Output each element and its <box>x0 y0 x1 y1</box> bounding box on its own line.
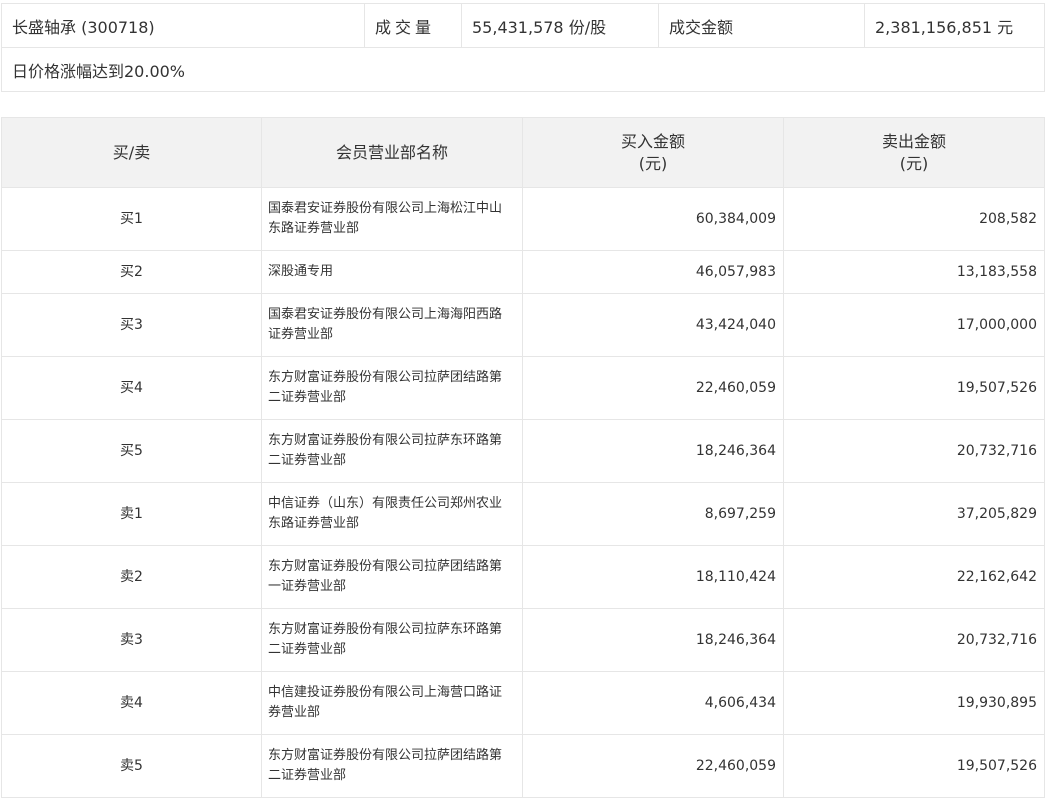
row-buy-amount: 46,057,983 <box>522 250 784 294</box>
row-side: 卖2 <box>1 545 262 609</box>
stock-name: 长盛轴承 (300718) <box>1 3 365 48</box>
row-broker-name: 中信证券（山东）有限责任公司郑州农业东路证券营业部 <box>261 482 523 546</box>
row-buy-amount: 60,384,009 <box>522 187 784 251</box>
row-buy-amount: 8,697,259 <box>522 482 784 546</box>
row-buy-amount: 22,460,059 <box>522 734 784 798</box>
header-sell-amount-unit: (元) <box>899 153 929 173</box>
row-side: 卖3 <box>1 608 262 672</box>
row-buy-amount: 22,460,059 <box>522 356 784 420</box>
row-side: 买1 <box>1 187 262 251</box>
table-row: 买5 东方财富证券股份有限公司拉萨东环路第二证券营业部 18,246,364 2… <box>1 419 1045 483</box>
row-side: 买3 <box>1 293 262 357</box>
table-row: 卖5 东方财富证券股份有限公司拉萨团结路第二证券营业部 22,460,059 1… <box>1 734 1045 798</box>
row-sell-amount: 13,183,558 <box>783 250 1045 294</box>
table-row: 卖2 东方财富证券股份有限公司拉萨团结路第一证券营业部 18,110,424 2… <box>1 545 1045 609</box>
row-side: 买4 <box>1 356 262 420</box>
header-sell-amount-label: 卖出金额 <box>881 131 946 151</box>
table-row: 买2 深股通专用 46,057,983 13,183,558 <box>1 250 1045 294</box>
row-buy-amount: 43,424,040 <box>522 293 784 357</box>
row-broker-name: 深股通专用 <box>261 250 523 294</box>
row-broker-name: 东方财富证券股份有限公司拉萨团结路第一证券营业部 <box>261 545 523 609</box>
row-sell-amount: 22,162,642 <box>783 545 1045 609</box>
row-broker-name: 东方财富证券股份有限公司拉萨团结路第二证券营业部 <box>261 734 523 798</box>
row-side: 卖1 <box>1 482 262 546</box>
row-broker-name: 中信建投证券股份有限公司上海营口路证券营业部 <box>261 671 523 735</box>
summary-row: 长盛轴承 (300718) 成交量 55,431,578 份/股 成交金额 2,… <box>1 3 1045 48</box>
row-side: 卖5 <box>1 734 262 798</box>
row-sell-amount: 17,000,000 <box>783 293 1045 357</box>
row-sell-amount: 37,205,829 <box>783 482 1045 546</box>
row-broker-name: 国泰君安证券股份有限公司上海海阳西路证券营业部 <box>261 293 523 357</box>
trade-detail-table: 买/卖 会员营业部名称 买入金额 (元) 卖出金额 (元) 买1 国泰君安证券股… <box>1 117 1045 798</box>
header-buy-amount: 买入金额 (元) <box>522 117 784 188</box>
row-broker-name: 东方财富证券股份有限公司拉萨团结路第二证券营业部 <box>261 356 523 420</box>
volume-value: 55,431,578 份/股 <box>461 3 659 48</box>
summary-table: 长盛轴承 (300718) 成交量 55,431,578 份/股 成交金额 2,… <box>1 3 1045 92</box>
row-broker-name: 东方财富证券股份有限公司拉萨东环路第二证券营业部 <box>261 608 523 672</box>
table-header-row: 买/卖 会员营业部名称 买入金额 (元) 卖出金额 (元) <box>1 117 1045 188</box>
table-row: 卖1 中信证券（山东）有限责任公司郑州农业东路证券营业部 8,697,259 3… <box>1 482 1045 546</box>
row-buy-amount: 4,606,434 <box>522 671 784 735</box>
row-sell-amount: 20,732,716 <box>783 608 1045 672</box>
row-sell-amount: 20,732,716 <box>783 419 1045 483</box>
row-sell-amount: 19,930,895 <box>783 671 1045 735</box>
row-sell-amount: 19,507,526 <box>783 734 1045 798</box>
table-row: 买3 国泰君安证券股份有限公司上海海阳西路证券营业部 43,424,040 17… <box>1 293 1045 357</box>
table-row: 卖4 中信建投证券股份有限公司上海营口路证券营业部 4,606,434 19,9… <box>1 671 1045 735</box>
amount-label: 成交金额 <box>658 3 865 48</box>
row-buy-amount: 18,110,424 <box>522 545 784 609</box>
header-broker-name: 会员营业部名称 <box>261 117 523 188</box>
table-row: 买1 国泰君安证券股份有限公司上海松江中山东路证券营业部 60,384,009 … <box>1 187 1045 251</box>
row-buy-amount: 18,246,364 <box>522 419 784 483</box>
row-sell-amount: 208,582 <box>783 187 1045 251</box>
table-row: 卖3 东方财富证券股份有限公司拉萨东环路第二证券营业部 18,246,364 2… <box>1 608 1045 672</box>
reason-row: 日价格涨幅达到20.00% <box>1 47 1045 92</box>
amount-value: 2,381,156,851 元 <box>864 3 1045 48</box>
table-row: 买4 东方财富证券股份有限公司拉萨团结路第二证券营业部 22,460,059 1… <box>1 356 1045 420</box>
header-buy-amount-label: 买入金额 <box>620 131 685 151</box>
listing-reason: 日价格涨幅达到20.00% <box>1 47 1045 92</box>
row-broker-name: 东方财富证券股份有限公司拉萨东环路第二证券营业部 <box>261 419 523 483</box>
row-broker-name: 国泰君安证券股份有限公司上海松江中山东路证券营业部 <box>261 187 523 251</box>
row-side: 卖4 <box>1 671 262 735</box>
row-side: 买2 <box>1 250 262 294</box>
header-side: 买/卖 <box>1 117 262 188</box>
header-sell-amount: 卖出金额 (元) <box>783 117 1045 188</box>
volume-label: 成交量 <box>364 3 462 48</box>
row-sell-amount: 19,507,526 <box>783 356 1045 420</box>
row-side: 买5 <box>1 419 262 483</box>
header-buy-amount-unit: (元) <box>638 153 668 173</box>
row-buy-amount: 18,246,364 <box>522 608 784 672</box>
